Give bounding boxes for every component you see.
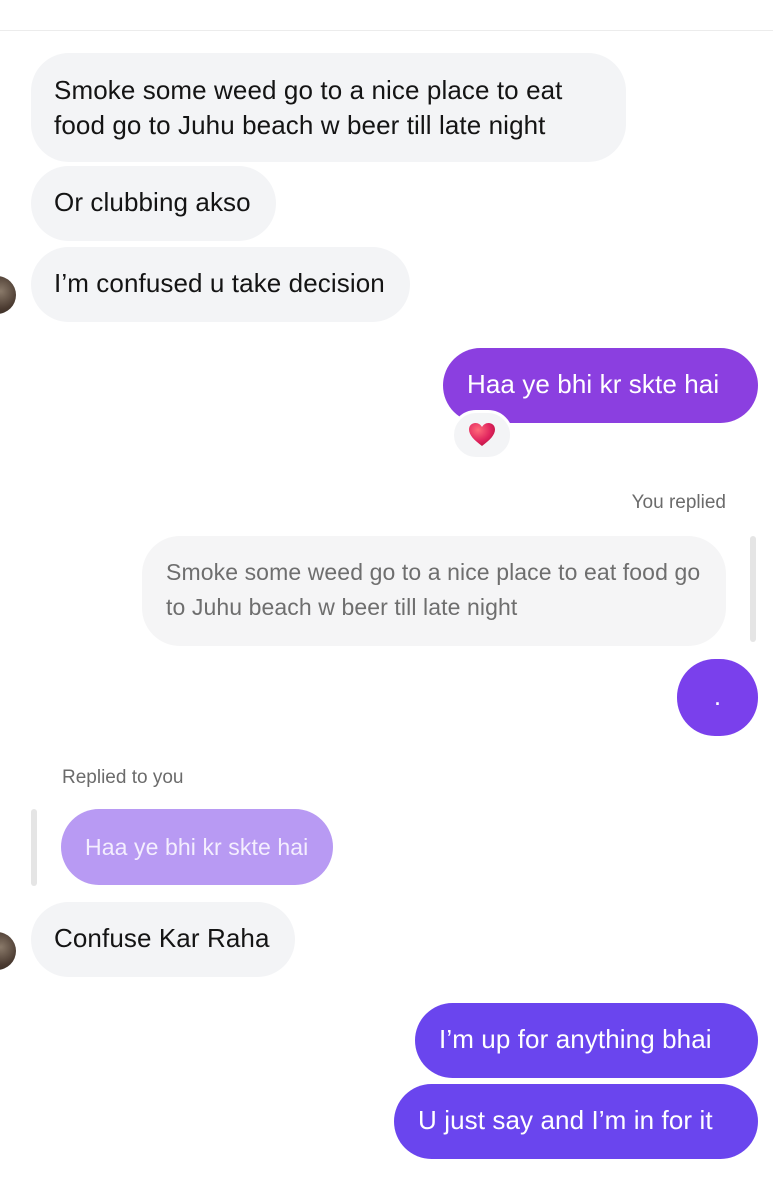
message-text: Or clubbing akso (54, 187, 251, 217)
quoted-message-bubble[interactable]: Haa ye bhi kr skte hai (61, 809, 334, 885)
outgoing-message-bubble[interactable]: U just say and I’m in for it (394, 1084, 758, 1159)
message-text: Haa ye bhi kr skte hai (467, 369, 720, 399)
message-text: U just say and I’m in for it (418, 1105, 713, 1135)
message-text: I’m confused u take decision (54, 268, 385, 298)
incoming-message-bubble[interactable]: Or clubbing akso (31, 166, 276, 241)
quoted-message-bubble[interactable]: Smoke some weed go to a nice place to ea… (142, 536, 726, 646)
message-text: I’m up for anything bhai (439, 1024, 712, 1054)
top-divider (0, 30, 773, 31)
quote-bar (750, 536, 756, 642)
incoming-message-bubble[interactable]: Smoke some weed go to a nice place to ea… (31, 53, 626, 162)
reply-label: Replied to you (62, 767, 184, 788)
incoming-message-bubble[interactable]: Confuse Kar Raha (31, 902, 295, 977)
outgoing-message-bubble[interactable]: I’m up for anything bhai (415, 1003, 758, 1078)
message-text: . (713, 681, 722, 711)
quoted-text: Haa ye bhi kr skte hai (85, 834, 309, 860)
avatar[interactable] (0, 276, 16, 314)
quoted-text: Smoke some weed go to a nice place to ea… (166, 559, 701, 620)
message-reaction[interactable] (451, 410, 513, 460)
heart-icon (469, 423, 495, 446)
message-text: Smoke some weed go to a nice place to ea… (54, 75, 563, 140)
reply-label: You replied (631, 492, 726, 513)
message-text: Confuse Kar Raha (54, 923, 270, 953)
avatar[interactable] (0, 932, 16, 970)
quote-bar (31, 809, 37, 886)
incoming-message-bubble[interactable]: I’m confused u take decision (31, 247, 410, 322)
outgoing-message-bubble[interactable]: . (677, 659, 758, 736)
